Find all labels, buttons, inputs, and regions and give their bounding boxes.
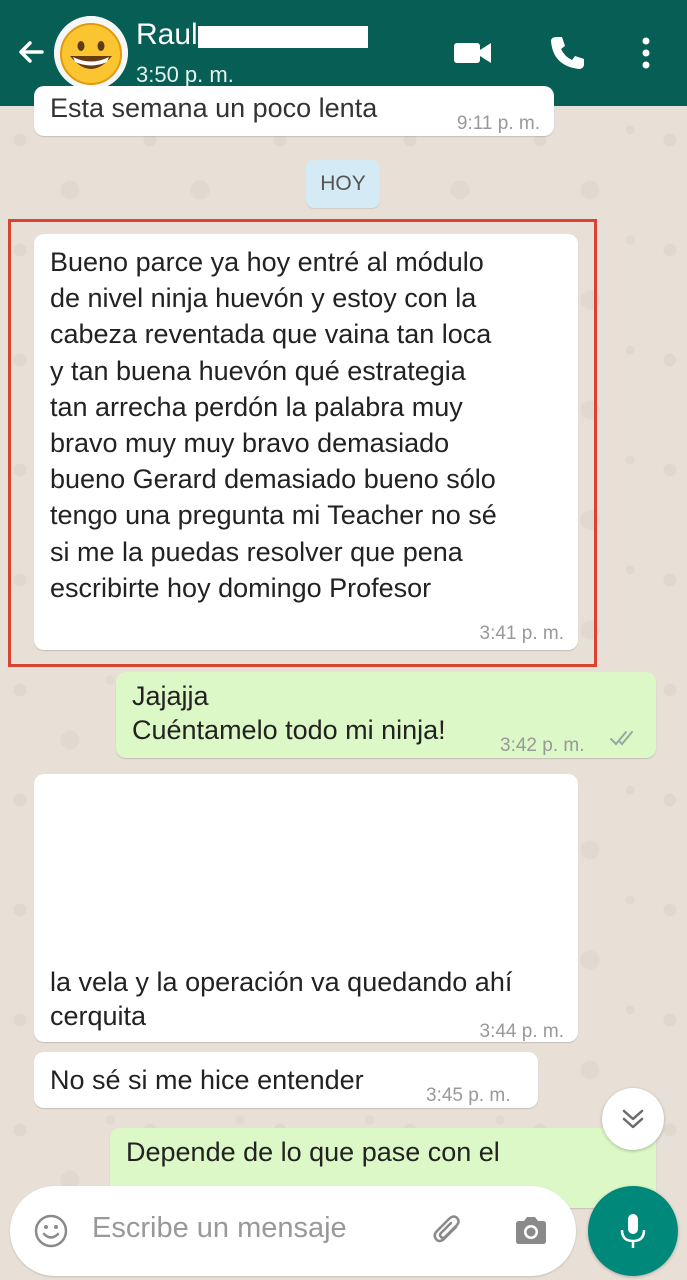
message-text: Depende de lo que pase con el	[126, 1137, 500, 1167]
grinning-emoji-icon	[54, 16, 128, 90]
message-text-line: Cuéntamelo todo mi ninja!	[132, 715, 446, 745]
message-text-line: cerquita	[50, 1001, 147, 1031]
last-seen-status: 3:50 p. m.	[136, 62, 234, 87]
message-text: Esta semana un poco lenta	[50, 93, 378, 123]
name-redaction	[198, 26, 368, 48]
message-time: 9:11 p. m.	[456, 113, 540, 134]
message-text: No sé si me hice entender	[50, 1065, 364, 1095]
message-input[interactable]: Escribe un mensaje	[92, 1212, 347, 1245]
message-time: 3:44 p. m.	[479, 1021, 565, 1042]
scroll-down-button[interactable]	[602, 1088, 664, 1150]
message-time: 3:45 p. m.	[426, 1085, 511, 1106]
chevron-double-down-icon	[622, 1109, 644, 1129]
video-call-icon[interactable]	[450, 30, 496, 76]
message-bubble-incoming[interactable]: No sé si me hice entender 3:45 p. m.	[34, 1052, 538, 1108]
menu-icon[interactable]	[626, 30, 672, 76]
message-input-bar: Escribe un mensaje	[10, 1186, 576, 1276]
phone-icon[interactable]	[544, 30, 590, 76]
highlight-annotation-box	[8, 219, 597, 667]
back-arrow-icon[interactable]	[12, 32, 52, 72]
mic-button[interactable]	[588, 1186, 678, 1276]
message-text-line: la vela y la operación va quedando ahí	[50, 967, 513, 997]
message-text-line: Jajajja	[132, 681, 209, 711]
emoji-icon[interactable]	[28, 1208, 74, 1254]
contact-name[interactable]: Raul	[136, 18, 198, 52]
message-bubble-incoming[interactable]: la vela y la operación va quedando ahí c…	[34, 774, 578, 1042]
camera-icon[interactable]	[508, 1208, 554, 1254]
avatar[interactable]	[54, 16, 128, 90]
attach-icon[interactable]	[424, 1208, 470, 1254]
mic-icon	[620, 1214, 646, 1248]
message-bubble-outgoing[interactable]: Jajajja Cuéntamelo todo mi ninja! 3:42 p…	[116, 672, 656, 758]
day-separator: HOY	[306, 160, 380, 208]
message-bubble-incoming[interactable]: Esta semana un poco lenta 9:11 p. m.	[34, 86, 554, 136]
read-receipt-icon	[610, 731, 633, 746]
message-time: 3:42 p. m.	[500, 735, 585, 756]
